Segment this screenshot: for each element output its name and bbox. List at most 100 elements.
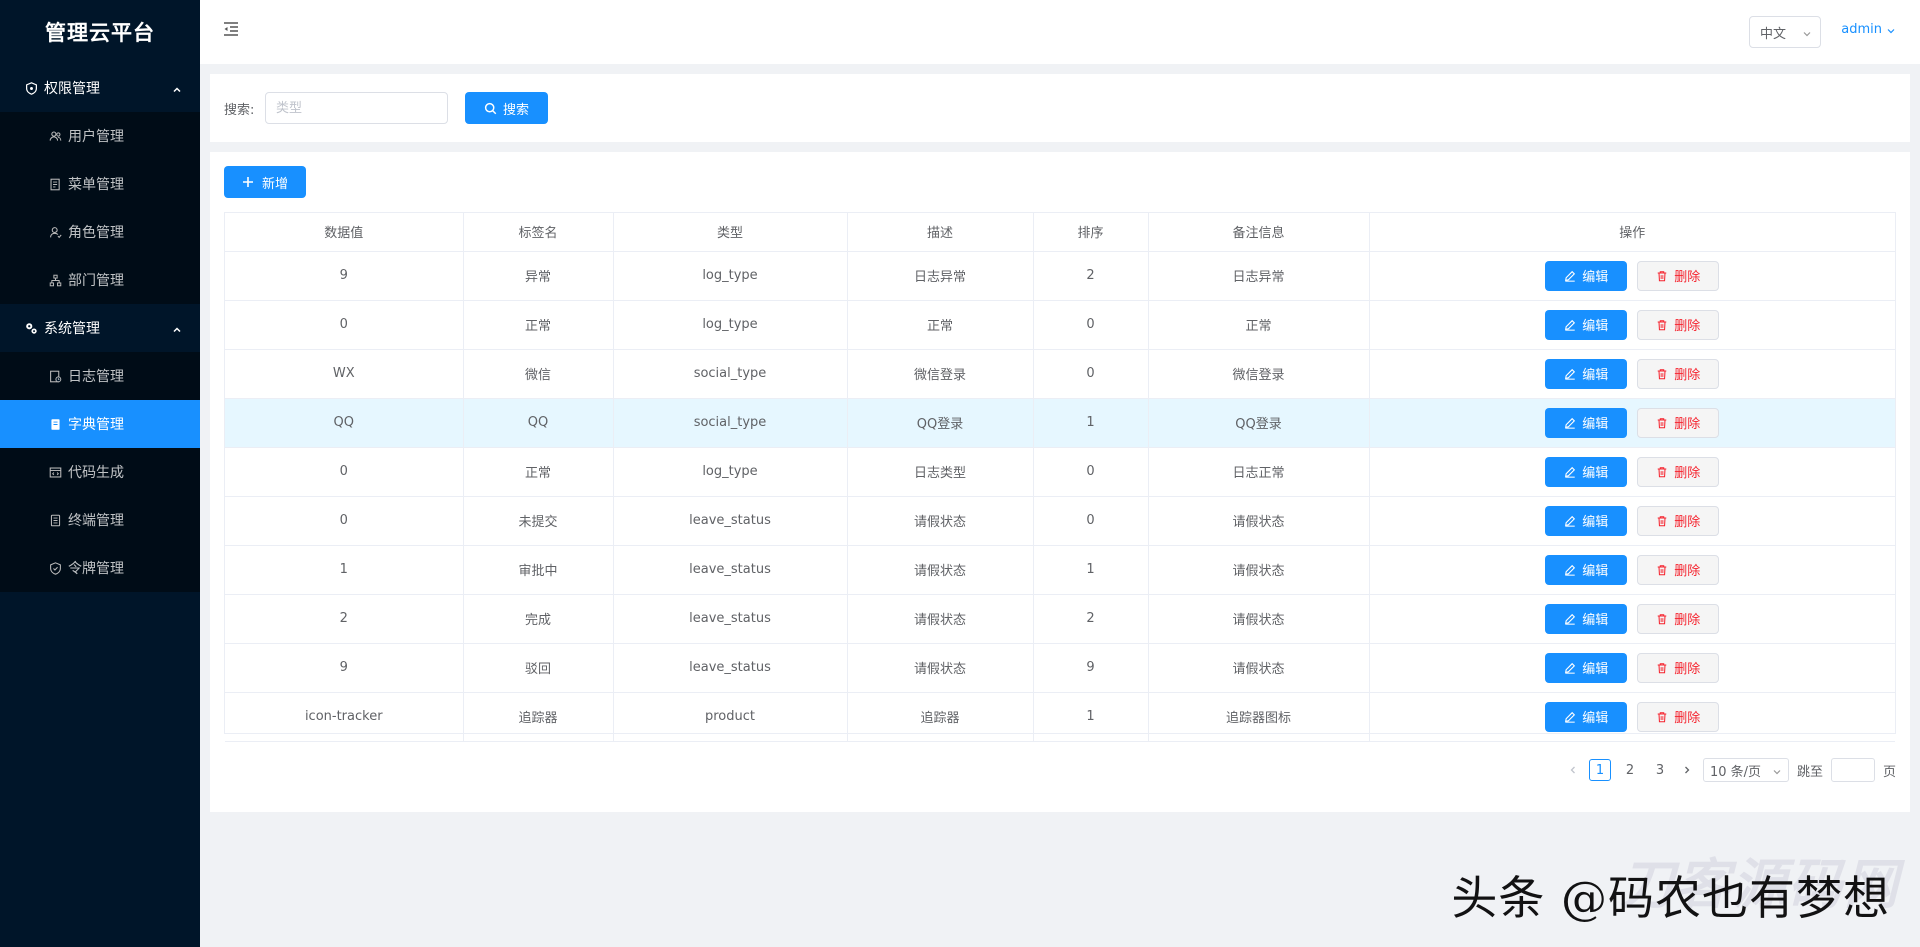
sidebar-item-label: 令牌管理 xyxy=(68,561,124,577)
table-cell: 0 xyxy=(225,447,464,497)
actions-cell: 编辑 删除 xyxy=(1369,300,1895,350)
jump-page-input[interactable] xyxy=(1830,758,1875,782)
table-cell: 未提交 xyxy=(463,496,614,546)
delete-button[interactable]: 删除 xyxy=(1637,260,1720,291)
menu-group-title-permissions[interactable]: 权限管理 xyxy=(0,64,200,112)
delete-button[interactable]: 删除 xyxy=(1637,456,1720,487)
table-cell: 请假状态 xyxy=(847,594,1034,644)
actions-cell: 编辑 删除 xyxy=(1369,349,1895,399)
edit-icon xyxy=(1565,711,1576,723)
edit-icon xyxy=(1565,270,1576,282)
delete-button[interactable]: 删除 xyxy=(1637,701,1720,732)
delete-button-label: 删除 xyxy=(1674,662,1701,677)
edit-button[interactable]: 编辑 xyxy=(1545,358,1628,389)
column-header: 类型 xyxy=(613,213,848,252)
table-cell: 1 xyxy=(1033,692,1149,742)
search-input[interactable] xyxy=(265,92,448,124)
edit-button[interactable]: 编辑 xyxy=(1545,701,1628,732)
next-page-icon[interactable] xyxy=(1679,758,1695,782)
edit-button[interactable]: 编辑 xyxy=(1545,309,1628,340)
table-cell: 2 xyxy=(1033,251,1149,301)
table-row: 1 审批中 leave_status 请假状态 1 请假状态 编辑 删除 xyxy=(225,545,1896,595)
table-cell: 9 xyxy=(225,643,464,693)
sidebar-item-logs[interactable]: 日志管理 xyxy=(0,352,200,400)
sidebar-item-terminals[interactable]: 终端管理 xyxy=(0,496,200,544)
actions-cell: 编辑 删除 xyxy=(1369,643,1896,693)
sidebar-item-menus[interactable]: 菜单管理 xyxy=(0,160,200,208)
table-cell: 追踪器 xyxy=(847,692,1034,742)
table-cell: QQ xyxy=(463,398,614,448)
sidebar-item-label: 用户管理 xyxy=(68,129,124,145)
edit-button[interactable]: 编辑 xyxy=(1545,652,1628,683)
menu-doc-icon xyxy=(48,177,62,191)
page-size-select[interactable]: 10 条/页 xyxy=(1702,758,1789,782)
edit-icon xyxy=(1565,368,1576,380)
edit-button[interactable]: 编辑 xyxy=(1545,603,1628,634)
edit-button[interactable]: 编辑 xyxy=(1545,456,1628,487)
edit-button[interactable]: 编辑 xyxy=(1545,260,1628,291)
role-icon xyxy=(48,225,62,239)
table-cell: leave_status xyxy=(613,496,848,546)
actions-cell: 编辑 删除 xyxy=(1369,692,1895,742)
table-cell: 异常 xyxy=(463,251,614,301)
language-select[interactable]: 中文 xyxy=(1749,16,1821,48)
table-cell: 1 xyxy=(1033,398,1149,448)
table-cell: 0 xyxy=(1033,300,1149,350)
delete-button[interactable]: 删除 xyxy=(1637,309,1720,340)
row-actions: 编辑 删除 xyxy=(1370,652,1896,683)
edit-button[interactable]: 编辑 xyxy=(1545,407,1628,438)
sidebar-item-label: 代码生成 xyxy=(68,465,124,481)
table-row: 9 驳回 leave_status 请假状态 9 请假状态 编辑 删除 xyxy=(225,643,1896,693)
chevron-up-icon xyxy=(172,323,182,333)
table-cell: 日志异常 xyxy=(1148,251,1370,301)
delete-button[interactable]: 删除 xyxy=(1637,554,1720,585)
shield-icon xyxy=(24,81,38,95)
page-number-2[interactable]: 2 xyxy=(1619,759,1641,781)
table-cell: 微信登录 xyxy=(847,349,1034,399)
language-value: 中文 xyxy=(1760,26,1787,42)
org-icon xyxy=(48,273,62,287)
edit-button[interactable]: 编辑 xyxy=(1545,554,1628,585)
table-row: QQ QQ social_type QQ登录 1 QQ登录 编辑 删除 xyxy=(225,398,1895,448)
search-panel: 搜索: 搜索 xyxy=(210,74,1910,142)
actions-cell: 编辑 删除 xyxy=(1369,251,1896,301)
table-cell: leave_status xyxy=(613,545,848,595)
table-cell: 正常 xyxy=(847,300,1034,350)
page-number-3[interactable]: 3 xyxy=(1649,759,1671,781)
edit-button-label: 编辑 xyxy=(1582,662,1609,677)
add-button-label: 新增 xyxy=(261,176,288,192)
delete-button[interactable]: 删除 xyxy=(1637,603,1720,634)
dict-icon xyxy=(48,417,62,431)
table-row: icon-tracker 追踪器 product 追踪器 1 追踪器图标 编辑 删除 xyxy=(225,692,1895,742)
row-actions: 编辑 删除 xyxy=(1370,554,1896,585)
menu-fold-icon[interactable] xyxy=(222,20,242,40)
edit-icon xyxy=(1565,613,1576,625)
prev-page-icon[interactable] xyxy=(1565,758,1581,782)
sidebar-item-tokens[interactable]: 令牌管理 xyxy=(0,544,200,592)
table-cell: 0 xyxy=(1033,447,1149,497)
table-cell: 日志异常 xyxy=(847,251,1034,301)
user-menu[interactable]: admin xyxy=(1841,22,1896,37)
add-button[interactable]: 新增 xyxy=(224,166,306,198)
delete-button[interactable]: 删除 xyxy=(1637,407,1720,438)
edit-button-label: 编辑 xyxy=(1582,417,1609,432)
delete-button[interactable]: 删除 xyxy=(1637,505,1720,536)
sidebar-item-users[interactable]: 用户管理 xyxy=(0,112,200,160)
username: admin xyxy=(1841,22,1882,37)
sidebar-item-label: 日志管理 xyxy=(68,369,124,385)
menu-group-title-system[interactable]: 系统管理 xyxy=(0,304,200,352)
delete-button[interactable]: 删除 xyxy=(1637,652,1720,683)
sidebar-item-roles[interactable]: 角色管理 xyxy=(0,208,200,256)
sidebar-item-dictionary[interactable]: 字典管理 xyxy=(0,400,200,448)
table-cell: 审批中 xyxy=(463,545,614,595)
page-number-1[interactable]: 1 xyxy=(1588,759,1611,781)
sidebar-item-departments[interactable]: 部门管理 xyxy=(0,256,200,304)
row-actions: 编辑 删除 xyxy=(1370,260,1896,291)
search-button[interactable]: 搜索 xyxy=(465,92,548,124)
row-actions: 编辑 删除 xyxy=(1370,505,1896,536)
jump-label: 跳至 xyxy=(1796,764,1823,780)
sidebar-item-codegen[interactable]: 代码生成 xyxy=(0,448,200,496)
delete-button[interactable]: 删除 xyxy=(1637,358,1720,389)
edit-button[interactable]: 编辑 xyxy=(1545,505,1628,536)
column-header: 描述 xyxy=(847,213,1034,252)
